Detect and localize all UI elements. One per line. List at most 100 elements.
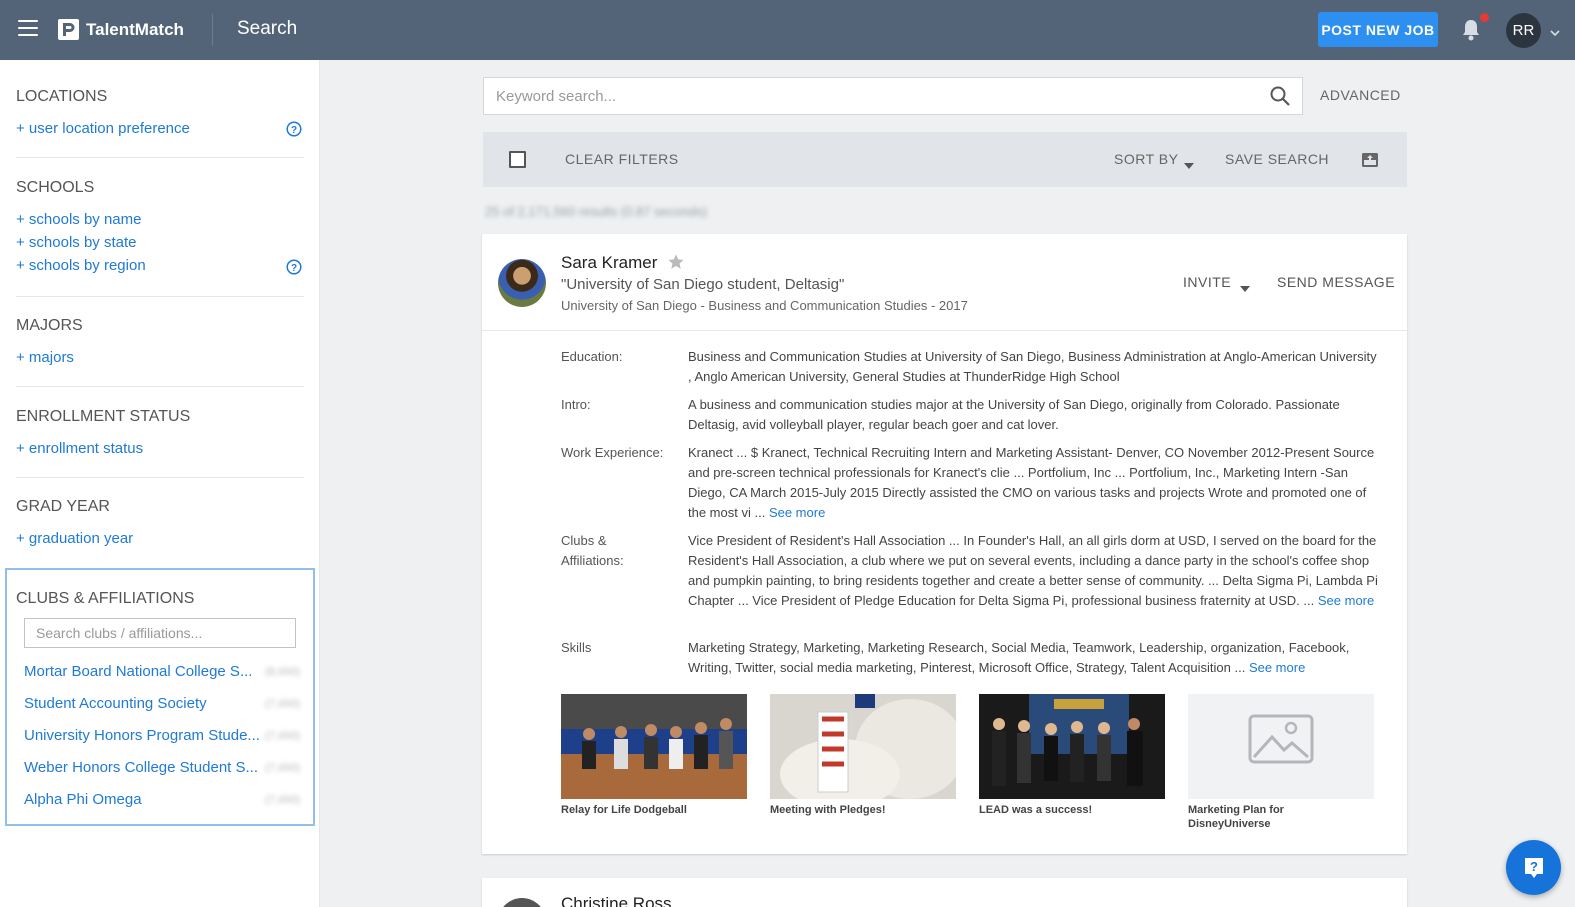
- club-count: (8,000): [265, 666, 300, 678]
- candidate-headline: "University of San Diego student, Deltas…: [561, 276, 845, 293]
- grad-year-section: GRAD YEAR + graduation year: [16, 498, 304, 547]
- svg-text:?: ?: [291, 125, 297, 136]
- send-message-button[interactable]: SEND MESSAGE: [1277, 274, 1395, 290]
- invite-dropdown[interactable]: INVITE: [1183, 274, 1231, 290]
- portfolio-thumbnail[interactable]: [561, 694, 747, 799]
- select-all-checkbox[interactable]: [509, 151, 526, 168]
- club-name[interactable]: Alpha Phi Omega: [24, 791, 142, 808]
- sort-by-dropdown[interactable]: SORT BY: [1114, 151, 1178, 167]
- club-name[interactable]: Mortar Board National College S...: [24, 663, 252, 680]
- portfolio-caption[interactable]: Marketing Plan for DisneyUniverse: [1188, 803, 1298, 831]
- bell-icon[interactable]: [1460, 18, 1482, 42]
- detail-label: Intro:: [561, 397, 591, 412]
- add-majors-link[interactable]: + majors: [16, 349, 304, 366]
- club-item[interactable]: University Honors Program Stude... (7,00…: [24, 727, 300, 747]
- clubs-value: Vice President of Resident's Hall Associ…: [688, 531, 1378, 611]
- section-heading: MAJORS: [16, 317, 83, 334]
- schools-by-region-link[interactable]: + schools by region: [16, 257, 304, 274]
- detail-label: Work Experience:: [561, 445, 664, 460]
- keyword-search-input[interactable]: [483, 77, 1303, 115]
- candidate-name[interactable]: Christine Ross: [561, 894, 672, 907]
- svg-text:?: ?: [291, 263, 297, 274]
- candidate-card: Sara Kramer "University of San Diego stu…: [482, 234, 1407, 854]
- clear-filters-button[interactable]: CLEAR FILTERS: [565, 151, 679, 167]
- club-count: (7,000): [265, 698, 300, 710]
- detail-label: Skills: [561, 640, 592, 655]
- work-experience-value: Kranect ... $ Kranect, Technical Recruit…: [688, 443, 1378, 523]
- card-divider: [482, 330, 1407, 331]
- portfolio-caption[interactable]: Meeting with Pledges!: [770, 803, 956, 817]
- brand-name[interactable]: TalentMatch: [86, 20, 184, 40]
- club-item[interactable]: Alpha Phi Omega (7,000): [24, 791, 300, 811]
- club-name[interactable]: University Honors Program Stude...: [24, 727, 260, 744]
- portfolio-thumbnail[interactable]: [979, 694, 1165, 799]
- schools-by-state-link[interactable]: + schools by state: [16, 234, 304, 251]
- clubs-search-input[interactable]: [24, 618, 296, 648]
- section-divider: [16, 157, 304, 158]
- detail-label: Education:: [561, 349, 623, 364]
- section-heading: SCHOOLS: [16, 179, 95, 196]
- education-value: Business and Communication Studies at Un…: [688, 349, 1377, 384]
- user-avatar[interactable]: RR: [1506, 13, 1541, 48]
- section-heading: ENROLLMENT STATUS: [16, 408, 191, 425]
- svg-text:?: ?: [1530, 859, 1538, 874]
- search-icon[interactable]: [1269, 85, 1291, 107]
- logo-icon[interactable]: [58, 19, 79, 40]
- star-icon[interactable]: [667, 253, 685, 271]
- menu-icon[interactable]: [18, 20, 38, 36]
- candidate-school: University of San Diego - Business and C…: [561, 298, 968, 313]
- notification-dot: [1480, 13, 1489, 22]
- club-count: (7,000): [265, 730, 300, 742]
- archive-icon[interactable]: [1361, 151, 1379, 169]
- chevron-down-icon[interactable]: [1549, 25, 1561, 37]
- section-heading: GRAD YEAR: [16, 498, 110, 515]
- help-circle-icon[interactable]: ?: [286, 121, 302, 137]
- schools-by-name-link[interactable]: + schools by name: [16, 211, 304, 228]
- club-item[interactable]: Weber Honors College Student S... (7,000…: [24, 759, 300, 779]
- majors-section: MAJORS + majors: [16, 317, 304, 366]
- help-fab-button[interactable]: ?: [1506, 840, 1561, 895]
- section-divider: [16, 386, 304, 387]
- intro-value: A business and communication studies maj…: [688, 397, 1340, 432]
- section-divider: [16, 296, 304, 297]
- results-count: 25 of 2,171,560 results (0.87 seconds): [485, 204, 707, 219]
- profile-avatar[interactable]: [498, 898, 546, 907]
- portfolio-caption[interactable]: LEAD was a success!: [979, 803, 1165, 817]
- clubs-affiliations-panel: CLUBS & AFFILIATIONS Mortar Board Nation…: [5, 568, 315, 826]
- club-count: (7,000): [265, 762, 300, 774]
- profile-avatar[interactable]: [498, 259, 546, 307]
- caret-down-icon[interactable]: [1239, 280, 1251, 292]
- enrollment-section: ENROLLMENT STATUS + enrollment status: [16, 408, 304, 457]
- section-heading: CLUBS & AFFILIATIONS: [16, 590, 195, 607]
- filter-toolbar: CLEAR FILTERS SORT BY SAVE SEARCH: [483, 132, 1407, 187]
- locations-section: LOCATIONS + user location preference: [16, 88, 304, 137]
- add-graduation-year-link[interactable]: + graduation year: [16, 530, 304, 547]
- club-name[interactable]: Weber Honors College Student S...: [24, 759, 258, 776]
- image-placeholder-icon[interactable]: [1188, 694, 1374, 799]
- portfolio-caption[interactable]: Relay for Life Dodgeball: [561, 803, 747, 817]
- section-heading: LOCATIONS: [16, 88, 108, 105]
- see-more-link[interactable]: See more: [1249, 660, 1305, 675]
- add-enrollment-link[interactable]: + enrollment status: [16, 440, 304, 457]
- caret-down-icon[interactable]: [1183, 157, 1195, 169]
- club-name[interactable]: Student Accounting Society: [24, 695, 207, 712]
- club-item[interactable]: Mortar Board National College S... (8,00…: [24, 663, 300, 683]
- top-navbar: TalentMatch Search POST NEW JOB RR: [0, 0, 1575, 60]
- schools-section: SCHOOLS + schools by name + schools by s…: [16, 179, 304, 274]
- club-item[interactable]: Student Accounting Society (7,000): [24, 695, 300, 715]
- portfolio-thumbnail[interactable]: [770, 694, 965, 809]
- skills-value: Marketing Strategy, Marketing, Marketing…: [688, 638, 1378, 678]
- candidate-card: Christine Ross: [482, 878, 1407, 907]
- detail-label: Clubs & Affiliations:: [561, 533, 624, 568]
- help-circle-icon[interactable]: ?: [286, 259, 302, 275]
- see-more-link[interactable]: See more: [1318, 593, 1374, 608]
- club-count: (7,000): [265, 794, 300, 806]
- advanced-search-button[interactable]: ADVANCED: [1320, 87, 1401, 103]
- save-search-button[interactable]: SAVE SEARCH: [1225, 151, 1329, 167]
- add-location-link[interactable]: + user location preference: [16, 120, 304, 137]
- clubs-text: Vice President of Resident's Hall Associ…: [688, 533, 1378, 608]
- post-new-job-button[interactable]: POST NEW JOB: [1318, 12, 1438, 47]
- candidate-name[interactable]: Sara Kramer: [561, 253, 657, 273]
- question-icon: ?: [1524, 857, 1543, 878]
- see-more-link[interactable]: See more: [769, 505, 825, 520]
